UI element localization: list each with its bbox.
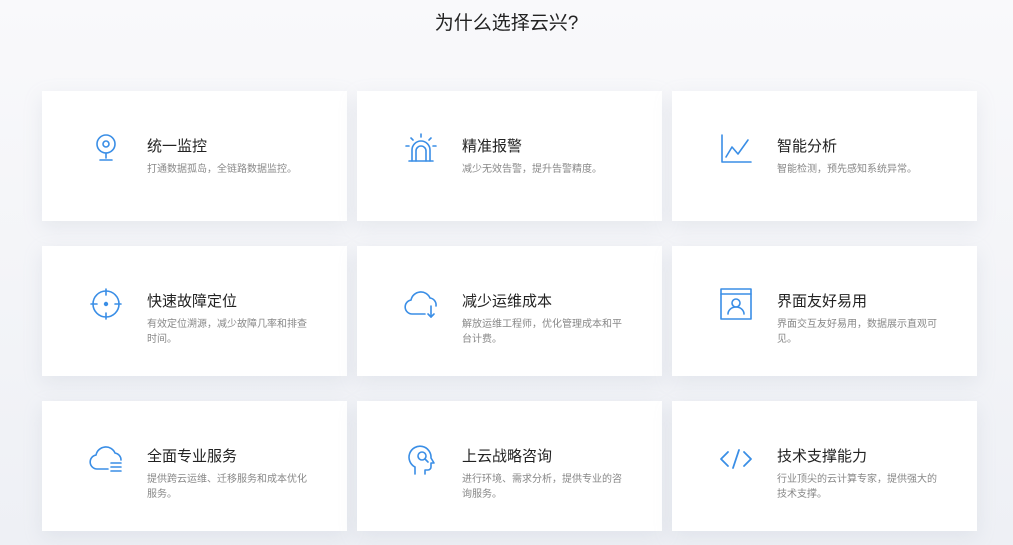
features-grid: 统一监控 打通数据孤岛，全链路数据监控。 精准报警 减少无效告警，提升告警精度。 — [42, 91, 977, 531]
feature-title: 精准报警 — [462, 138, 523, 155]
feature-card-fault-location[interactable]: 快速故障定位 有效定位溯源，减少故障几率和排查时间。 — [42, 246, 347, 376]
feature-card-professional-service[interactable]: 全面专业服务 提供跨云运维、迁移服务和成本优化服务。 — [42, 401, 347, 531]
feature-card-unified-monitoring[interactable]: 统一监控 打通数据孤岛，全链路数据监控。 — [42, 91, 347, 221]
webcam-icon — [88, 131, 124, 167]
section-heading: 为什么选择云兴? — [434, 13, 579, 34]
head-search-icon — [403, 441, 439, 477]
cloud-list-icon — [88, 441, 124, 477]
user-window-icon — [718, 286, 754, 322]
feature-card-friendly-ui[interactable]: 界面友好易用 界面交互友好易用，数据展示直观可见。 — [672, 246, 977, 376]
feature-desc: 有效定位溯源，减少故障几率和排查时间。 — [147, 319, 307, 345]
feature-title: 减少运维成本 — [462, 293, 553, 310]
feature-card-smart-analysis[interactable]: 智能分析 智能检测，预先感知系统异常。 — [672, 91, 977, 221]
siren-icon — [403, 131, 439, 167]
feature-desc: 解放运维工程师，优化管理成本和平台计费。 — [462, 319, 622, 345]
feature-title: 技术支撑能力 — [777, 448, 868, 465]
feature-title: 上云战略咨询 — [462, 448, 553, 465]
line-chart-icon — [718, 131, 754, 167]
crosshair-icon — [88, 286, 124, 322]
feature-title: 界面友好易用 — [777, 293, 868, 310]
feature-card-reduce-ops-cost[interactable]: 减少运维成本 解放运维工程师，优化管理成本和平台计费。 — [357, 246, 662, 376]
feature-title: 智能分析 — [777, 138, 838, 155]
feature-desc: 行业顶尖的云计算专家，提供强大的技术支撑。 — [777, 474, 937, 500]
feature-desc: 打通数据孤岛，全链路数据监控。 — [147, 164, 297, 175]
feature-title: 统一监控 — [147, 138, 208, 155]
feature-title: 快速故障定位 — [147, 293, 238, 310]
code-icon — [718, 441, 754, 477]
feature-card-precise-alarm[interactable]: 精准报警 减少无效告警，提升告警精度。 — [357, 91, 662, 221]
feature-desc: 智能检测，预先感知系统异常。 — [777, 164, 917, 175]
feature-desc: 界面交互友好易用，数据展示直观可见。 — [777, 319, 937, 345]
feature-card-tech-support[interactable]: 技术支撑能力 行业顶尖的云计算专家，提供强大的技术支撑。 — [672, 401, 977, 531]
feature-desc: 减少无效告警，提升告警精度。 — [462, 164, 602, 175]
feature-title: 全面专业服务 — [147, 448, 238, 465]
feature-desc: 进行环境、需求分析，提供专业的咨询服务。 — [462, 474, 622, 500]
feature-desc: 提供跨云运维、迁移服务和成本优化服务。 — [147, 474, 307, 500]
cloud-download-icon — [403, 286, 439, 322]
feature-card-cloud-consulting[interactable]: 上云战略咨询 进行环境、需求分析，提供专业的咨询服务。 — [357, 401, 662, 531]
